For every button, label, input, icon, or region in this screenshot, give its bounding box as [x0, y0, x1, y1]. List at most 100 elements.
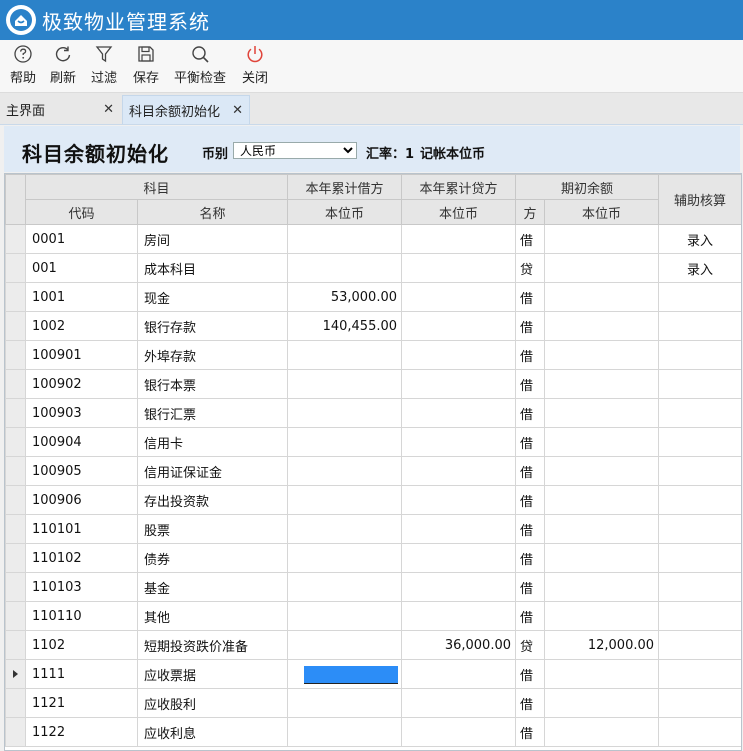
aux-cell[interactable]: [658, 369, 741, 399]
tab-main[interactable]: 主界面 ✕: [6, 95, 118, 124]
filter-button[interactable]: 过滤: [89, 44, 119, 88]
credit-cell[interactable]: [401, 253, 517, 283]
opening-cell[interactable]: [544, 688, 660, 718]
debit-cell[interactable]: [287, 717, 403, 747]
table-row[interactable]: 001 成本科目 贷 录入: [5, 253, 741, 283]
opening-cell[interactable]: [544, 224, 660, 254]
close-icon[interactable]: ✕: [232, 103, 243, 118]
aux-cell[interactable]: [658, 427, 741, 457]
debit-cell[interactable]: [287, 369, 403, 399]
refresh-button[interactable]: 刷新: [48, 44, 78, 88]
table-row[interactable]: 100901 外埠存款 借: [5, 340, 741, 370]
opening-cell[interactable]: [544, 601, 660, 631]
help-button[interactable]: 帮助: [8, 44, 38, 88]
aux-cell[interactable]: [658, 572, 741, 602]
opening-cell[interactable]: [544, 340, 660, 370]
close-icon[interactable]: ✕: [103, 102, 114, 117]
table-row[interactable]: 1002 银行存款 140,455.00 借: [5, 311, 741, 341]
debit-cell[interactable]: 53,000.00: [287, 282, 403, 312]
aux-cell[interactable]: [658, 601, 741, 631]
opening-cell[interactable]: [544, 311, 660, 341]
aux-cell[interactable]: [658, 398, 741, 428]
credit-cell[interactable]: [401, 543, 517, 573]
opening-cell[interactable]: 12,000.00: [544, 630, 660, 660]
balance-check-button[interactable]: 平衡检查: [172, 44, 228, 88]
credit-cell[interactable]: [401, 398, 517, 428]
debit-cell[interactable]: [287, 398, 403, 428]
table-row[interactable]: 1121 应收股利 借: [5, 688, 741, 718]
opening-cell[interactable]: [544, 398, 660, 428]
debit-cell[interactable]: [287, 572, 403, 602]
credit-cell[interactable]: [401, 688, 517, 718]
save-button[interactable]: 保存: [131, 44, 161, 88]
table-row[interactable]: 100903 银行汇票 借: [5, 398, 741, 428]
opening-cell[interactable]: [544, 572, 660, 602]
opening-cell[interactable]: [544, 369, 660, 399]
table-row[interactable]: 0001 房间 借 录入: [5, 224, 741, 254]
opening-cell[interactable]: [544, 282, 660, 312]
aux-cell[interactable]: [658, 485, 741, 515]
aux-cell[interactable]: [658, 717, 741, 747]
debit-cell[interactable]: [287, 456, 403, 486]
debit-cell[interactable]: [287, 485, 403, 515]
debit-edit-input[interactable]: [304, 665, 399, 684]
aux-cell[interactable]: [658, 311, 741, 341]
aux-cell[interactable]: [658, 630, 741, 660]
credit-cell[interactable]: [401, 514, 517, 544]
opening-cell[interactable]: [544, 253, 660, 283]
debit-cell[interactable]: [287, 340, 403, 370]
opening-cell[interactable]: [544, 543, 660, 573]
close-button[interactable]: 关闭: [240, 44, 270, 88]
debit-cell[interactable]: [287, 427, 403, 457]
opening-cell[interactable]: [544, 514, 660, 544]
opening-cell[interactable]: [544, 427, 660, 457]
credit-cell[interactable]: [401, 311, 517, 341]
credit-cell[interactable]: [401, 717, 517, 747]
credit-cell[interactable]: 36,000.00: [401, 630, 517, 660]
aux-cell[interactable]: [658, 514, 741, 544]
credit-cell[interactable]: [401, 427, 517, 457]
aux-cell[interactable]: 录入: [658, 224, 741, 254]
currency-select[interactable]: 人民币: [233, 142, 357, 159]
table-row[interactable]: 1102 短期投资跌价准备 36,000.00 贷 12,000.00: [5, 630, 741, 660]
table-row[interactable]: 110110 其他 借: [5, 601, 741, 631]
aux-cell[interactable]: [658, 456, 741, 486]
credit-cell[interactable]: [401, 485, 517, 515]
debit-cell[interactable]: [287, 514, 403, 544]
debit-cell[interactable]: [287, 688, 403, 718]
table-row[interactable]: 100904 信用卡 借: [5, 427, 741, 457]
debit-cell[interactable]: 140,455.00: [287, 311, 403, 341]
aux-cell[interactable]: 录入: [658, 253, 741, 283]
aux-cell[interactable]: [658, 340, 741, 370]
balance-grid[interactable]: 科目 本年累计借方 本年累计贷方 期初余额 辅助核算 代码 名称 本位币 本位币…: [4, 173, 742, 751]
credit-cell[interactable]: [401, 659, 517, 689]
debit-cell[interactable]: [287, 601, 403, 631]
table-row[interactable]: 110101 股票 借: [5, 514, 741, 544]
credit-cell[interactable]: [401, 340, 517, 370]
opening-cell[interactable]: [544, 659, 660, 689]
opening-cell[interactable]: [544, 485, 660, 515]
debit-cell[interactable]: [287, 224, 403, 254]
table-row[interactable]: 110103 基金 借: [5, 572, 741, 602]
aux-cell[interactable]: [658, 688, 741, 718]
credit-cell[interactable]: [401, 224, 517, 254]
credit-cell[interactable]: [401, 369, 517, 399]
table-row[interactable]: 110102 债券 借: [5, 543, 741, 573]
debit-cell[interactable]: [287, 630, 403, 660]
debit-cell[interactable]: [287, 543, 403, 573]
tab-subject-balance[interactable]: 科目余额初始化 ✕: [122, 95, 250, 124]
aux-cell[interactable]: [658, 282, 741, 312]
table-row[interactable]: 1001 现金 53,000.00 借: [5, 282, 741, 312]
credit-cell[interactable]: [401, 456, 517, 486]
table-row[interactable]: 1122 应收利息 借: [5, 717, 741, 747]
debit-cell[interactable]: [287, 659, 403, 689]
credit-cell[interactable]: [401, 282, 517, 312]
table-row[interactable]: 100905 信用证保证金 借: [5, 456, 741, 486]
credit-cell[interactable]: [401, 601, 517, 631]
debit-cell[interactable]: [287, 253, 403, 283]
opening-cell[interactable]: [544, 717, 660, 747]
aux-cell[interactable]: [658, 543, 741, 573]
table-row[interactable]: 100902 银行本票 借: [5, 369, 741, 399]
table-row[interactable]: 1111 应收票据 借: [5, 659, 741, 689]
credit-cell[interactable]: [401, 572, 517, 602]
